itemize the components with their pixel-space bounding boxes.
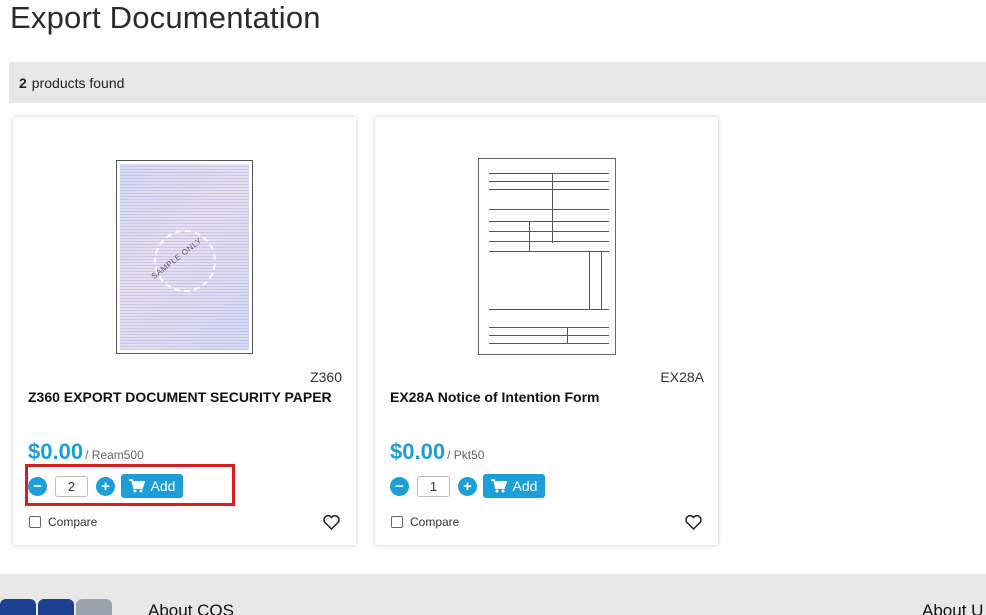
increase-qty-button[interactable]: + [96,476,115,496]
product-card: EX28A EX28A Notice of Intention Form $0.… [375,117,718,545]
product-price: $0.00 [28,439,84,464]
product-sku: EX28A [660,369,704,385]
compare-label: Compare [48,515,98,529]
add-button-label: Add [150,478,176,494]
cart-icon [128,479,145,493]
seal-watermark [154,230,216,292]
results-bar: 2 products found [9,62,986,103]
product-image[interactable]: SAMPLE ONLY [116,160,253,354]
compare-checkbox[interactable] [391,516,403,528]
product-sku: Z360 [310,369,342,385]
footer-about-us-heading: About U [922,601,984,615]
compare-toggle[interactable]: Compare [29,515,97,529]
add-to-cart-button[interactable]: Add [121,474,183,498]
heart-icon[interactable] [685,515,702,530]
product-name[interactable]: EX28A Notice of Intention Form [390,389,703,405]
footer: About COS About U [0,574,986,615]
logo-block [0,599,36,615]
decrease-qty-button[interactable]: − [390,476,409,496]
footer-logo[interactable] [0,599,114,615]
heart-icon[interactable] [323,515,340,530]
security-paper-image: SAMPLE ONLY [120,164,249,350]
quantity-input[interactable]: 2 [55,475,88,497]
product-card: SAMPLE ONLY Z360 Z360 EXPORT DOCUMENT SE… [13,117,356,545]
compare-label: Compare [410,515,460,529]
minus-icon: − [33,477,42,495]
page-title: Export Documentation [10,0,321,35]
footer-about-cos-heading: About COS [148,601,234,615]
product-name[interactable]: Z360 EXPORT DOCUMENT SECURITY PAPER [28,389,341,405]
product-unit: / Ream500 [85,448,144,462]
product-price: $0.00 [390,439,446,464]
results-label: products found [31,74,125,91]
increase-qty-button[interactable]: + [458,476,477,496]
price-row: $0.00 / Pkt50 [390,439,484,465]
quantity-input[interactable]: 1 [417,475,450,497]
add-to-cart-button[interactable]: Add [483,474,545,498]
plus-icon: + [463,477,472,495]
product-unit: / Pkt50 [447,448,485,462]
quantity-stepper: − 1 + Add [390,474,545,498]
minus-icon: − [395,477,404,495]
product-image[interactable] [478,158,616,355]
plus-icon: + [101,477,110,495]
compare-checkbox[interactable] [29,516,41,528]
add-button-label: Add [512,478,538,494]
cart-icon [490,479,507,493]
decrease-qty-button[interactable]: − [28,476,47,496]
results-count: 2 [19,74,27,91]
compare-toggle[interactable]: Compare [391,515,459,529]
price-row: $0.00 / Ream500 [28,439,144,465]
logo-block [38,599,74,615]
logo-block [76,599,112,615]
quantity-stepper: − 2 + Add [25,464,235,506]
